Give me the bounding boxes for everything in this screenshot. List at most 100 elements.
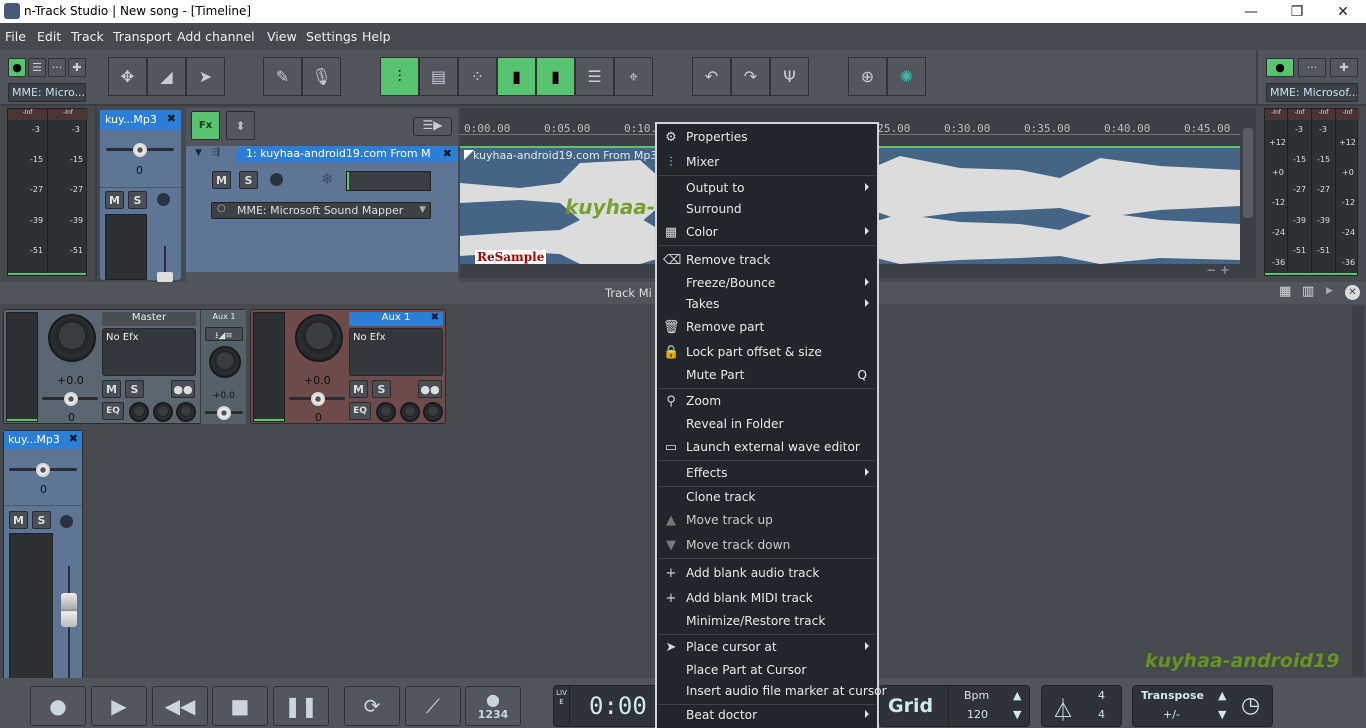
time-display[interactable]: LIVE 0:00 bbox=[553, 685, 658, 727]
menu-item-properties[interactable]: ⚙ Properties bbox=[657, 127, 877, 149]
select-tool-button[interactable]: ➤ bbox=[186, 57, 225, 96]
aux1-pan-thumb[interactable] bbox=[311, 392, 325, 406]
close-button[interactable]: ✕ bbox=[1320, 0, 1366, 23]
close-channel-icon[interactable]: ✖ bbox=[69, 432, 78, 445]
track-list-button[interactable]: ☰ bbox=[575, 57, 614, 96]
track-mute-button[interactable]: M bbox=[9, 511, 28, 529]
track-volume-thumb[interactable] bbox=[61, 593, 77, 627]
master-add-button[interactable]: ✚ bbox=[1330, 58, 1358, 77]
menu-item-output-to[interactable]: Output to bbox=[657, 178, 877, 200]
aux1-gain-knob[interactable] bbox=[295, 314, 343, 362]
eq-knob-high[interactable] bbox=[176, 402, 196, 422]
record-button[interactable]: ● bbox=[30, 686, 86, 726]
menu-item-takes[interactable]: Takes bbox=[657, 294, 877, 316]
track-height-button[interactable]: ⬍ bbox=[226, 111, 255, 140]
record-meter-button[interactable]: ▮ bbox=[497, 57, 536, 96]
close-channel-icon[interactable]: ✖ bbox=[431, 312, 439, 323]
menu-settings[interactable]: Settings bbox=[306, 29, 357, 44]
count-in-button[interactable]: ● 1234 bbox=[465, 686, 521, 726]
menu-item-move-track-up[interactable]: ▲ Move track up bbox=[657, 510, 877, 532]
grid-view-icon[interactable]: ▦ bbox=[1279, 284, 1291, 299]
aux1-efx-slot[interactable]: No Efx bbox=[349, 328, 443, 376]
menu-item-launch-external-wave-editor[interactable]: ▭ Launch external wave editor bbox=[657, 437, 877, 459]
master-eq-button[interactable]: EQ bbox=[102, 402, 124, 420]
bpm-up-icon[interactable]: ▲ bbox=[1013, 689, 1021, 702]
track-record-arm-button[interactable] bbox=[60, 515, 73, 528]
move-tool-button[interactable]: ✥ bbox=[108, 57, 147, 96]
aux-send-mode-button[interactable]: ⭳◢≡ bbox=[205, 327, 243, 341]
restore-button[interactable]: ❐ bbox=[1274, 0, 1320, 23]
tuner-button[interactable]: ⟋ bbox=[405, 686, 461, 726]
add-drum-button[interactable]: ⊕ bbox=[848, 57, 887, 96]
scrollbar-thumb[interactable] bbox=[1243, 128, 1253, 218]
menu-file[interactable]: File bbox=[5, 29, 26, 44]
close-track-icon[interactable]: ✖ bbox=[167, 112, 176, 125]
menu-item-remove-track[interactable]: ⌫ Remove track bbox=[657, 250, 877, 272]
master-gain-knob[interactable] bbox=[48, 314, 96, 362]
menu-item-remove-part[interactable]: 🗑 Remove part bbox=[657, 317, 877, 339]
fx-button[interactable]: Fx bbox=[191, 111, 220, 140]
mute-button[interactable]: M bbox=[212, 171, 231, 189]
menu-item-minimize-restore-track[interactable]: Minimize/Restore track bbox=[657, 611, 877, 633]
plugin-button[interactable]: ✺ bbox=[887, 57, 926, 96]
timer-icon[interactable]: ◷ bbox=[1241, 693, 1260, 718]
aux-send-knob[interactable] bbox=[209, 346, 241, 378]
output-device-select[interactable]: ○ MME: Microsoft Sound Mapper ▼ bbox=[211, 202, 431, 219]
mixer-view-button[interactable]: ⫶ bbox=[380, 57, 419, 96]
menu-help[interactable]: Help bbox=[362, 29, 391, 44]
aux-send-thumb[interactable] bbox=[217, 406, 231, 420]
menu-track[interactable]: Track bbox=[71, 29, 104, 44]
solo-button[interactable]: S bbox=[128, 191, 147, 209]
master-pan-thumb[interactable] bbox=[64, 392, 78, 406]
master-efx-slot[interactable]: No Efx bbox=[102, 328, 196, 376]
menu-item-color[interactable]: ▦ Color bbox=[657, 222, 877, 244]
eq-knob-mid[interactable] bbox=[153, 402, 173, 422]
menu-item-effects[interactable]: Effects bbox=[657, 463, 877, 485]
mixer-scrollbar[interactable] bbox=[1352, 306, 1364, 676]
time-sig-denominator[interactable]: 4 bbox=[1098, 708, 1105, 721]
minimize-button[interactable]: — bbox=[1228, 0, 1274, 23]
menu-item-mixer[interactable]: ⫶ Mixer bbox=[657, 152, 877, 174]
add-button[interactable]: ✚ bbox=[68, 58, 86, 77]
mute-button[interactable]: M bbox=[105, 191, 124, 209]
aux1-mute-button[interactable]: M bbox=[349, 380, 368, 398]
time-sig-numerator[interactable]: 4 bbox=[1098, 689, 1105, 702]
piano-roll-button[interactable]: ▤ bbox=[419, 57, 458, 96]
record-enable-button[interactable]: ● bbox=[8, 58, 26, 77]
track-channel-name-tab[interactable]: kuy...Mp3 ✖ bbox=[4, 431, 82, 449]
rewind-button[interactable]: ◀◀ bbox=[152, 686, 208, 726]
envelope-tool-button[interactable]: ◢ bbox=[147, 57, 186, 96]
track-menu-button[interactable]: ☰▶ bbox=[413, 117, 452, 136]
master-record-button[interactable]: ● bbox=[1266, 58, 1294, 77]
menu-item-surround[interactable]: Surround bbox=[657, 199, 877, 221]
aux1-solo-button[interactable]: S bbox=[372, 380, 391, 398]
location-marker-button[interactable]: ⌖ bbox=[614, 57, 653, 96]
menu-transport[interactable]: Transport bbox=[113, 29, 172, 44]
redo-button[interactable]: ↷ bbox=[731, 57, 770, 96]
metronome-icon[interactable]: ⏃ bbox=[1052, 693, 1074, 725]
menu-item-place-cursor-at[interactable]: ➤ Place cursor at bbox=[657, 637, 877, 659]
transpose-value[interactable]: +/- bbox=[1163, 708, 1180, 721]
freeze-snowflake-icon[interactable]: ❄ bbox=[321, 170, 334, 188]
master-stereo-button[interactable]: ●● bbox=[171, 380, 195, 398]
track-pan-thumb[interactable] bbox=[36, 463, 50, 477]
menu-item-beat-doctor[interactable]: Beat doctor bbox=[657, 705, 877, 727]
track-name-tab[interactable]: 1: kuyhaa-android19.com From M ✖ bbox=[236, 146, 458, 162]
master-more-button[interactable]: ··· bbox=[1298, 58, 1326, 77]
vertical-scrollbar[interactable] bbox=[1240, 108, 1256, 278]
eq-knob-low[interactable] bbox=[129, 402, 149, 422]
eq-knob-low[interactable] bbox=[376, 402, 396, 422]
aux1-eq-button[interactable]: EQ bbox=[349, 402, 371, 420]
solo-button[interactable]: S bbox=[239, 171, 258, 189]
menu-item-add-blank-midi-track[interactable]: + Add blank MIDI track bbox=[657, 588, 877, 610]
menu-item-reveal-in-folder[interactable]: Reveal in Folder bbox=[657, 414, 877, 436]
transpose-down-icon[interactable]: ▼ bbox=[1218, 708, 1226, 721]
record-arm-button[interactable] bbox=[157, 193, 170, 206]
input-device-label[interactable]: MME: Micro... bbox=[8, 83, 86, 102]
menu-item-place-part-at-cursor[interactable]: Place Part at Cursor bbox=[657, 660, 877, 682]
menu-item-mute-part[interactable]: Mute Part Q bbox=[657, 365, 877, 387]
record-arm-button[interactable] bbox=[270, 173, 283, 186]
collapse-arrow-icon[interactable]: ▼ bbox=[195, 148, 202, 158]
track-solo-button[interactable]: S bbox=[32, 511, 51, 529]
master-solo-button[interactable]: S bbox=[125, 380, 144, 398]
